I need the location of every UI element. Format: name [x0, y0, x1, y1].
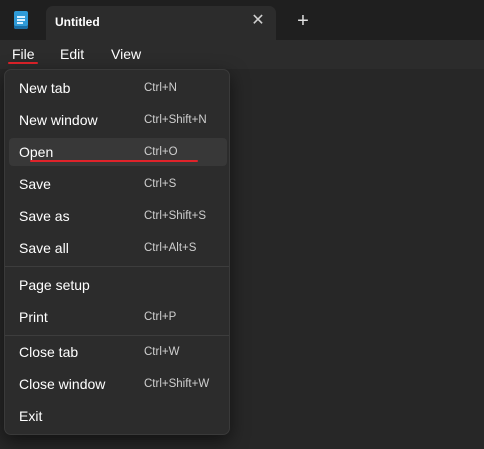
menu-item-label: Exit [19, 408, 43, 424]
plus-icon[interactable]: + [289, 7, 317, 35]
menu-item-new-tab[interactable]: New tab Ctrl+N [9, 74, 227, 102]
menu-item-save-as[interactable]: Save as Ctrl+Shift+S [9, 202, 227, 230]
file-menu-dropdown: New tab Ctrl+N New window Ctrl+Shift+N O… [4, 69, 230, 435]
menu-item-label: Close window [19, 376, 106, 392]
menu-item-close-window[interactable]: Close window Ctrl+Shift+W [9, 370, 227, 398]
menu-item-label: New window [19, 112, 98, 128]
menu-item-shortcut: Ctrl+S [144, 178, 177, 190]
tab-untitled[interactable]: Untitled ✕ [46, 6, 276, 40]
menu-separator [5, 335, 229, 336]
menu-item-shortcut: Ctrl+Shift+W [144, 378, 210, 390]
menu-item-label: New tab [19, 80, 71, 96]
menu-item-shortcut: Ctrl+Shift+N [144, 114, 207, 126]
notepad-window: Untitled ✕ + File Edit View New tab Ctrl… [0, 0, 484, 449]
menu-item-page-setup[interactable]: Page setup [9, 271, 227, 299]
menu-view[interactable]: View [111, 44, 141, 64]
menu-item-shortcut: Ctrl+N [144, 82, 177, 94]
menu-item-shortcut: Ctrl+Shift+S [144, 210, 206, 222]
menu-item-label: Open [19, 144, 54, 160]
menu-item-shortcut: Ctrl+Alt+S [144, 242, 197, 254]
menu-file[interactable]: File [12, 44, 35, 64]
open-underline [30, 160, 198, 162]
menu-item-shortcut: Ctrl+P [144, 311, 177, 323]
file-menu-underline [8, 62, 38, 64]
close-icon[interactable]: ✕ [245, 8, 271, 34]
menu-item-label: Close tab [19, 344, 79, 360]
menu-item-label: Save as [19, 208, 70, 224]
menu-item-label: Save [19, 176, 51, 192]
menu-item-shortcut: Ctrl+O [144, 146, 178, 158]
menu-item-close-tab[interactable]: Close tab Ctrl+W [9, 338, 227, 366]
notepad-icon [14, 11, 28, 29]
menu-item-label: Print [19, 309, 48, 325]
menu-item-print[interactable]: Print Ctrl+P [9, 303, 227, 331]
menu-item-label: Save all [19, 240, 69, 256]
title-bar: Untitled ✕ + [0, 0, 484, 40]
menu-item-label: Page setup [19, 277, 90, 293]
tab-title: Untitled [55, 15, 100, 29]
menu-item-save[interactable]: Save Ctrl+S [9, 170, 227, 198]
menu-item-save-all[interactable]: Save all Ctrl+Alt+S [9, 234, 227, 262]
menu-item-shortcut: Ctrl+W [144, 346, 180, 358]
menu-item-new-window[interactable]: New window Ctrl+Shift+N [9, 106, 227, 134]
menu-separator [5, 266, 229, 267]
menu-edit[interactable]: Edit [60, 44, 84, 64]
menu-bar: File Edit View [0, 40, 484, 69]
menu-item-exit[interactable]: Exit [9, 402, 227, 430]
